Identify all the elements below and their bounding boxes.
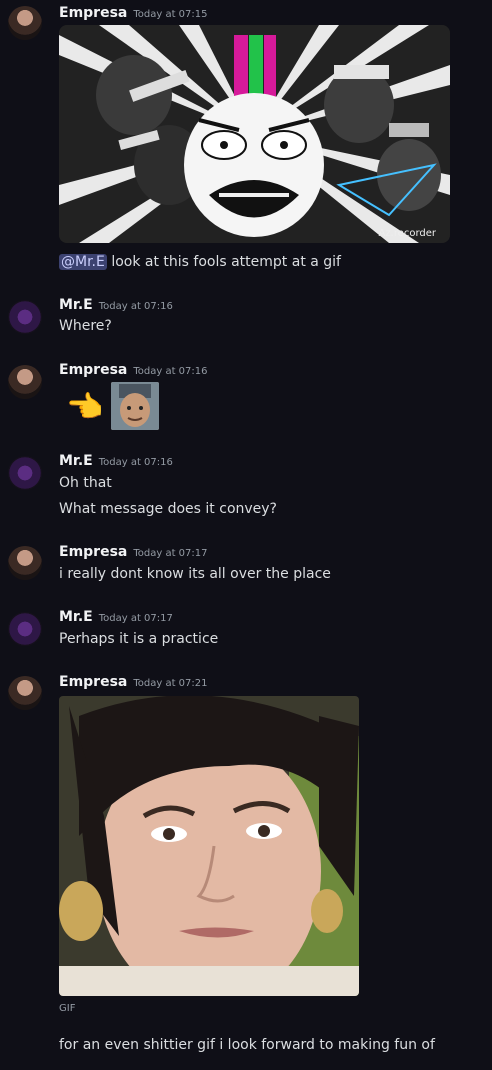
gif-label: GIF (59, 1003, 76, 1014)
message-text: i really dont know its all over the plac… (59, 566, 331, 582)
timestamp: Today at 07:16 (133, 366, 208, 377)
timestamp: Today at 07:15 (133, 9, 208, 20)
avatar[interactable] (8, 676, 42, 710)
timestamp: Today at 07:16 (98, 457, 173, 468)
message-text: Oh that (59, 475, 112, 491)
collage-image (59, 25, 450, 243)
portrait-gif (59, 696, 359, 996)
username[interactable]: Empresa (59, 544, 127, 560)
message-text: look at this fools attempt at a gif (111, 254, 341, 270)
emoji[interactable]: 👈 (66, 389, 103, 427)
username[interactable]: Mr.E (59, 453, 93, 469)
sticker-image[interactable] (111, 382, 159, 430)
username[interactable]: Mr.E (59, 609, 93, 625)
avatar[interactable] (8, 546, 42, 580)
timestamp: Today at 07:16 (98, 301, 173, 312)
username[interactable]: Empresa (59, 362, 127, 378)
gif-image[interactable]: Az.recorder (59, 25, 450, 243)
avatar[interactable] (8, 300, 42, 334)
message-text: Perhaps it is a practice (59, 631, 219, 647)
timestamp: Today at 07:17 (133, 548, 208, 559)
watermark: Az.recorder (378, 228, 436, 239)
user-mention[interactable]: @Mr.E (59, 254, 107, 270)
message-text: for an even shittier gif i look forward … (59, 1037, 435, 1053)
avatar[interactable] (8, 6, 42, 40)
message-text: Where? (59, 318, 112, 334)
timestamp: Today at 07:21 (133, 678, 208, 689)
username[interactable]: Mr.E (59, 297, 93, 313)
username[interactable]: Empresa (59, 674, 127, 690)
avatar[interactable] (8, 365, 42, 399)
avatar[interactable] (8, 456, 42, 490)
username[interactable]: Empresa (59, 5, 127, 21)
avatar[interactable] (8, 612, 42, 646)
gif-image[interactable] (59, 696, 359, 996)
timestamp: Today at 07:17 (98, 613, 173, 624)
message-text-2: What message does it convey? (59, 501, 277, 517)
face-thumbnail (111, 382, 159, 430)
